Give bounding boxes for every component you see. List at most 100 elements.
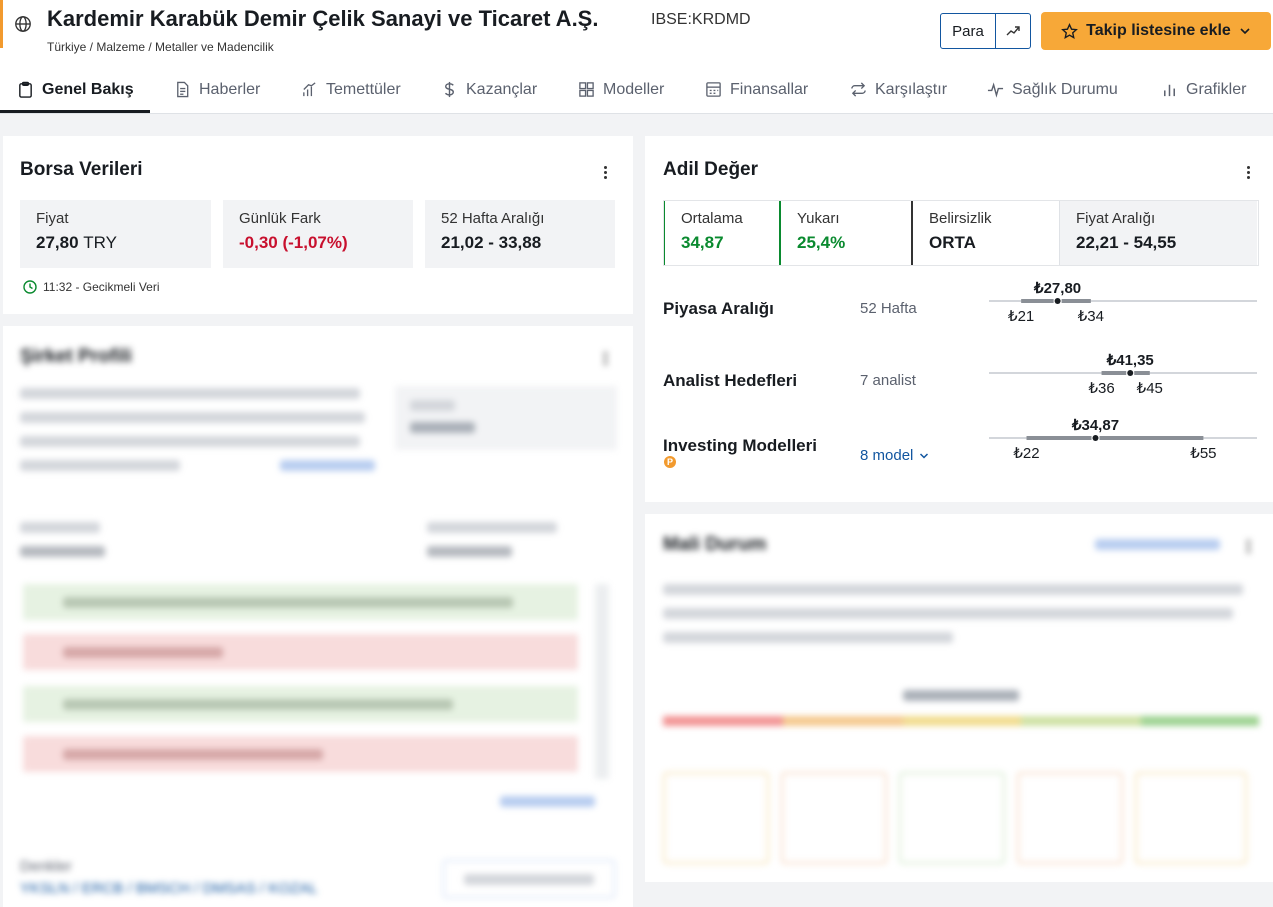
52-week-range-label: 52 Hafta Aralığı — [441, 210, 545, 227]
price-range-stat: Fiyat Aralığı 22,21 - 54,55 — [1059, 200, 1257, 266]
peer-link[interactable]: KOZAL — [268, 880, 317, 897]
uncertainty-label: Belirsizlik — [929, 210, 992, 227]
more-options-icon[interactable] — [597, 162, 613, 182]
current-marker — [1054, 298, 1061, 304]
low-value-label: ₺22 — [1013, 445, 1039, 462]
tab-overview[interactable]: Genel Bakış — [17, 66, 134, 113]
currency-button[interactable]: Para — [940, 13, 996, 49]
chevron-down-icon — [920, 452, 929, 459]
company-profile-card: Şirket Profili Denkler YKSLN / ERCB / BM… — [3, 326, 633, 907]
quick-compare-button[interactable] — [443, 860, 615, 898]
market-range-bar: ₺27,80 ₺21 ₺34 — [989, 280, 1257, 325]
high-value-label: ₺45 — [1137, 380, 1163, 397]
market-range-sub: 52 Hafta — [860, 300, 917, 317]
more-options-icon[interactable] — [1240, 162, 1256, 182]
watchlist-label: Takip listesine ekle — [1086, 22, 1231, 39]
tab-news[interactable]: Haberler — [174, 66, 260, 113]
analyst-targets-sub: 7 analist — [860, 372, 916, 389]
tab-charts[interactable]: Grafikler — [1161, 66, 1246, 113]
tab-label: Kazançlar — [466, 80, 538, 98]
tab-label: Finansallar — [730, 80, 809, 98]
high-value-label: ₺55 — [1190, 445, 1216, 462]
tab-label: Genel Bakış — [42, 80, 134, 98]
current-value-label: ₺41,35 — [1106, 352, 1154, 369]
analyst-targets-bar: ₺41,35 ₺36 ₺45 — [989, 352, 1257, 397]
breadcrumb: Türkiye / Malzeme / Metaller ve Madencil… — [47, 40, 274, 54]
market-data-card: Borsa Verileri Fiyat 27,80 TRY Günlük Fa… — [3, 136, 633, 314]
current-value-label: ₺27,80 — [1033, 280, 1081, 297]
price-stat: Fiyat 27,80 TRY — [20, 200, 211, 268]
fair-value-card: Adil Değer Ortalama 34,87 Yukarı 25,4% B… — [645, 136, 1273, 502]
price-range-label: Fiyat Aralığı — [1076, 210, 1156, 227]
grid-icon — [579, 82, 594, 97]
peer-link[interactable]: ERCB — [82, 880, 124, 897]
tab-financials[interactable]: Finansallar — [705, 66, 808, 113]
upside-value: 25,4% — [797, 233, 846, 252]
average-label: Ortalama — [681, 210, 743, 227]
tab-label: Temettüler — [326, 80, 401, 98]
ticker-symbol: IBSE:KRDMD — [651, 11, 751, 28]
page-header: Kardemir Karabük Demir Çelik Sanayi ve T… — [0, 0, 1273, 66]
daily-change-stat: Günlük Fark -0,30 (-1,07%) — [223, 200, 413, 268]
low-value-label: ₺36 — [1088, 380, 1114, 397]
clock-icon — [23, 280, 37, 294]
current-value-label: ₺34,87 — [1071, 417, 1119, 434]
globe-icon[interactable] — [0, 0, 42, 48]
investing-models-bar: ₺34,87 ₺22 ₺55 — [989, 417, 1257, 462]
analyst-targets-label: Analist Hedefleri — [663, 371, 798, 390]
more-options-icon[interactable] — [597, 348, 613, 368]
trend-chart-icon[interactable] — [995, 13, 1031, 49]
average-value: 34,87 — [681, 233, 724, 252]
tab-models[interactable]: Modeller — [578, 66, 664, 113]
price-range-value: 22,21 - 54,55 — [1076, 233, 1177, 252]
pro-badge-icon: P — [664, 456, 676, 468]
tab-compare[interactable]: Karşılaştır — [850, 66, 947, 113]
company-name: Kardemir Karabük Demir Çelik Sanayi ve T… — [47, 6, 599, 31]
bar-chart-icon — [1164, 84, 1175, 97]
growth-icon — [303, 82, 316, 97]
active-tab-indicator — [0, 110, 150, 113]
price-label: Fiyat — [36, 210, 69, 227]
peers-label: Denkler — [20, 858, 72, 875]
high-value-label: ₺34 — [1078, 308, 1104, 325]
dollar-icon — [444, 81, 454, 98]
chevron-down-icon — [1240, 28, 1250, 35]
models-dropdown[interactable]: 8 model — [860, 447, 929, 464]
pulse-icon — [987, 82, 1004, 98]
tab-health[interactable]: Sağlık Durumu — [987, 66, 1118, 113]
document-icon — [177, 81, 189, 98]
tab-label: Grafikler — [1186, 80, 1247, 98]
current-marker — [1127, 370, 1134, 376]
uncertainty-stat: Belirsizlik ORTA — [911, 200, 1059, 266]
52-week-range-stat: 52 Hafta Aralığı 21,02 - 33,88 — [425, 200, 615, 268]
market-data-title: Borsa Verileri — [20, 159, 143, 180]
market-range-label: Piyasa Aralığı — [663, 299, 774, 318]
investing-models-label: Investing Modelleri — [663, 436, 817, 455]
upside-label: Yukarı — [797, 210, 840, 227]
clipboard-icon — [19, 81, 32, 98]
fair-value-title: Adil Değer — [663, 159, 759, 180]
compare-icon — [851, 82, 866, 97]
tab-earnings[interactable]: Kazançlar — [441, 66, 537, 113]
delay-note: 11:32 - Gecikmeli Veri — [23, 280, 160, 294]
upside-stat: Yukarı 25,4% — [779, 200, 905, 266]
add-to-watchlist-button[interactable]: Takip listesine ekle — [1041, 12, 1271, 50]
star-icon — [1061, 22, 1079, 39]
tab-label: Karşılaştır — [875, 80, 948, 98]
daily-change-value: -0,30 (-1,07%) — [239, 233, 348, 252]
financial-health-title: Mali Durum — [663, 534, 767, 555]
tab-label: Sağlık Durumu — [1012, 80, 1118, 98]
daily-change-label: Günlük Fark — [239, 210, 321, 227]
average-fair-value: Ortalama 34,87 — [663, 200, 779, 266]
price-value: 27,80 — [36, 233, 79, 252]
peer-link[interactable]: BMSCH — [136, 880, 190, 897]
company-profile-title: Şirket Profili — [20, 346, 132, 367]
tab-dividends[interactable]: Temettüler — [301, 66, 401, 113]
52-week-range-value: 21,02 - 33,88 — [441, 233, 542, 252]
peer-link[interactable]: DMSAS — [203, 880, 256, 897]
tab-label: Haberler — [199, 80, 261, 98]
peer-link[interactable]: YKSLN — [20, 880, 69, 897]
more-options-icon[interactable] — [1240, 536, 1256, 556]
tab-label: Modeller — [603, 80, 665, 98]
tab-bar: Genel Bakış Haberler Temettüler Kazançla… — [0, 66, 1273, 114]
